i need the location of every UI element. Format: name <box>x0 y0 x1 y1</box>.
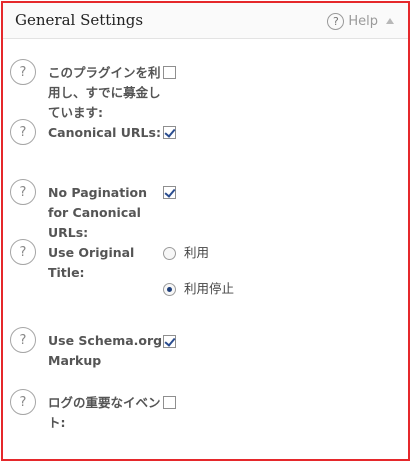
help-question-icon[interactable]: ? <box>10 389 36 415</box>
setting-label: ログの重要なイベント: <box>48 395 161 430</box>
help-toggle-button[interactable]: ? Help <box>327 11 394 31</box>
triangle-up-icon <box>386 18 394 24</box>
help-question-icon[interactable]: ? <box>10 179 36 205</box>
panel-header: General Settings ? Help <box>3 3 408 39</box>
setting-label: Use Schema.org Markup <box>48 333 163 368</box>
use-original-title-radio-off[interactable] <box>163 283 176 296</box>
help-question-icon[interactable]: ? <box>10 239 36 265</box>
log-events-checkbox[interactable] <box>163 396 176 409</box>
setting-label: Use Original Title: <box>48 245 135 280</box>
help-label: Help <box>348 13 378 29</box>
help-question-icon[interactable]: ? <box>10 327 36 353</box>
question-circle-icon: ? <box>327 12 345 30</box>
setting-label: Canonical URLs: <box>48 125 161 140</box>
general-settings-panel: General Settings ? Help ? このプラグインを利用し、すで… <box>1 1 410 461</box>
use-original-title-radio-on[interactable] <box>163 247 176 260</box>
no-pagination-checkbox[interactable] <box>163 186 176 199</box>
radio-option-label: 利用 <box>184 245 210 260</box>
panel-title: General Settings <box>15 11 144 29</box>
schema-org-checkbox[interactable] <box>163 335 176 348</box>
radio-option-label: 利用停止 <box>184 281 235 296</box>
setting-label: No Pagination for Canonical URLs: <box>48 185 147 240</box>
canonical-urls-checkbox[interactable] <box>163 126 176 139</box>
help-question-icon[interactable]: ? <box>10 119 36 145</box>
donated-checkbox[interactable] <box>163 66 176 79</box>
help-question-icon[interactable]: ? <box>10 59 36 85</box>
setting-label: このプラグインを利用し、すでに募金しています: <box>48 65 161 120</box>
